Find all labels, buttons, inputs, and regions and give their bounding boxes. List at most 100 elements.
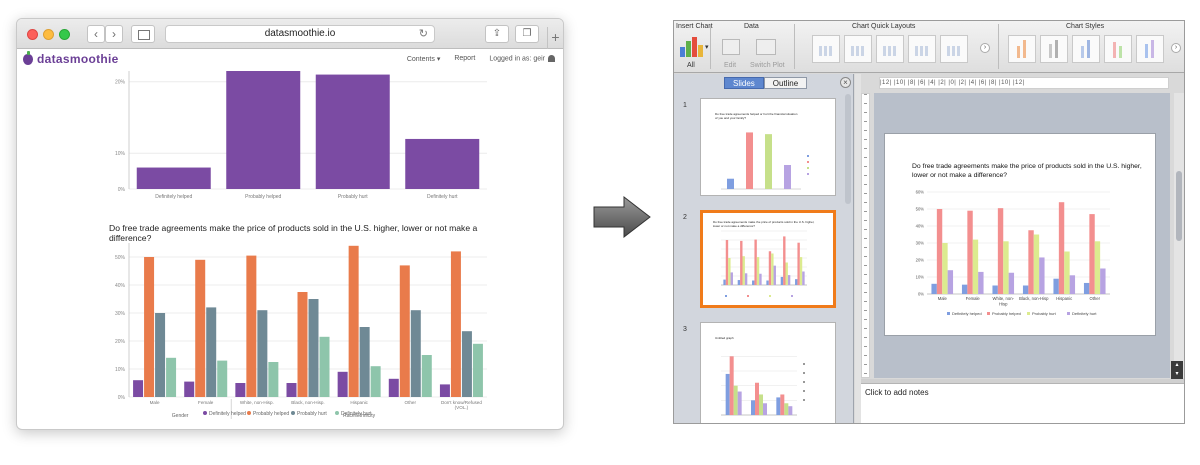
bar-s3 [784, 403, 789, 415]
zoom-window-button[interactable] [59, 29, 70, 40]
scroll-right-icon[interactable]: › [1171, 43, 1181, 53]
reload-icon[interactable]: ↻ [419, 26, 428, 42]
bar-definitely-helped [931, 283, 937, 294]
bar-definitely-hurt [978, 271, 984, 294]
bar-probably-helped [144, 257, 155, 397]
bar-probably-hurt [359, 327, 370, 397]
close-pane-icon[interactable]: × [840, 77, 851, 88]
edit-data-icon[interactable] [722, 39, 740, 55]
data-group-title: Data [744, 23, 759, 30]
bar-probably-hurt [728, 258, 731, 285]
contents-menu[interactable]: Contents ▾ [407, 55, 441, 63]
quick-layout-4[interactable] [908, 35, 936, 63]
chart-ribbon: Insert Chart Data Chart Quick Layouts Ch… [674, 21, 1184, 73]
report-link[interactable]: Report [454, 55, 475, 63]
insert-chart-group-title: Insert Chart [676, 23, 713, 30]
bar-definitely-helped [1083, 282, 1090, 294]
bar-s2 [755, 382, 759, 415]
notes-pane[interactable]: Click to add notes [861, 383, 1184, 423]
group-label: Gender [172, 413, 189, 419]
bar-probably-hurt [756, 257, 760, 285]
bar-definitely-hurt [773, 265, 776, 285]
bar-s4 [788, 406, 793, 415]
legend-swatch [807, 167, 809, 169]
back-button[interactable]: ‹ [87, 25, 105, 43]
close-window-button[interactable] [27, 29, 38, 40]
chart-style-1[interactable] [1008, 35, 1036, 63]
logged-in-user[interactable]: Logged in as: geir [489, 55, 555, 63]
bar-definitely-helped [723, 279, 726, 285]
legend-swatch [747, 295, 749, 297]
slide-thumbnail-1[interactable]: Do free trade agreements helped or hurt … [700, 98, 836, 196]
quick-layout-3[interactable] [876, 35, 904, 63]
share-button[interactable]: ⇪ [485, 25, 509, 43]
all-charts-button[interactable]: All [687, 62, 695, 69]
bar-definitely-helped [1022, 285, 1029, 294]
legend-label: Definitely helped [952, 311, 982, 316]
legend-label: Probably helped [253, 411, 289, 417]
current-slide[interactable]: Do free trade agreements make the price … [884, 133, 1156, 336]
quick-layout-1[interactable] [812, 35, 840, 63]
bar-probably-helped [967, 210, 973, 294]
bar-definitely-hurt [1008, 272, 1015, 294]
legend-swatch [1067, 312, 1070, 315]
bar-probably-hurt [155, 313, 166, 397]
slide-thumbnail-3[interactable]: Untitled graph [700, 322, 836, 423]
y-tick-label: 10% [115, 367, 126, 373]
quick-layout-2[interactable] [844, 35, 872, 63]
bar-s3 [733, 385, 738, 415]
y-tick-label: 20% [115, 80, 126, 86]
browser-toolbar: ‹ › datasmoothie.io ↻ ⇪ ❐ + [17, 19, 563, 49]
screenshot-stage: ‹ › datasmoothie.io ↻ ⇪ ❐ + datasmoothie… [0, 0, 1200, 465]
tab-slides[interactable]: Slides [724, 77, 764, 89]
site-logo-text[interactable]: datasmoothie [37, 52, 119, 66]
slides-scrollbar[interactable] [845, 94, 851, 204]
legend-swatch [335, 411, 339, 415]
edit-data-button[interactable]: Edit [724, 62, 736, 69]
bar-probably-hurt [972, 239, 979, 294]
tab-outline[interactable]: Outline [763, 77, 808, 89]
y-tick-label: 0% [918, 292, 924, 297]
quick-layouts-group-title: Chart Quick Layouts [852, 23, 916, 30]
scroll-right-icon[interactable]: › [980, 43, 990, 53]
bar-s3 [759, 394, 763, 415]
legend-swatch [803, 363, 805, 365]
vertical-ruler [861, 93, 870, 378]
bar-definitely-hurt [759, 273, 762, 285]
quick-layout-5[interactable] [940, 35, 968, 63]
switch-plot-button[interactable]: Switch Plot [750, 62, 785, 69]
legend-label: Probably hurt [297, 411, 327, 417]
chart-style-2[interactable] [1040, 35, 1068, 63]
user-icon [548, 55, 555, 62]
show-tabs-button[interactable]: ❐ [515, 25, 539, 43]
slide-title: lower or not make a difference? [912, 172, 1007, 179]
chart-style-3[interactable] [1072, 35, 1100, 63]
bar-s2 [780, 394, 785, 415]
chart-title: Do free trade agreements make the price … [109, 223, 478, 233]
switch-plot-icon[interactable] [756, 39, 776, 55]
chevron-down-icon[interactable]: ▾ [705, 43, 709, 51]
minimize-window-button[interactable] [43, 29, 54, 40]
new-tab-button[interactable]: + [547, 27, 563, 49]
zoom-control[interactable]: ▴ ▾ [1171, 361, 1183, 379]
bar-probably-helped [754, 239, 757, 285]
forward-button[interactable]: › [105, 25, 123, 43]
bar-probably-helped [936, 209, 943, 294]
bar-s1 [776, 397, 781, 415]
y-tick-label: 20% [916, 258, 925, 263]
chart-style-4[interactable] [1104, 35, 1132, 63]
bar [315, 74, 390, 189]
chart-style-5[interactable] [1136, 35, 1164, 63]
all-charts-icon[interactable] [680, 37, 703, 57]
bar-definitely-helped [184, 381, 195, 397]
legend-label: Definitely hurt [341, 411, 372, 417]
legend-label: Definitely hurt [1072, 311, 1097, 316]
address-bar-text: datasmoothie.io [264, 28, 336, 39]
chart-title: difference? [109, 233, 152, 243]
slide-thumbnail-2[interactable]: Do free trade agreements make the price … [700, 210, 836, 308]
address-bar[interactable]: datasmoothie.io ↻ [165, 25, 435, 43]
sidebar-toggle-button[interactable] [131, 25, 155, 43]
slide-scrollbar[interactable] [1174, 93, 1184, 378]
x-tick-label: (VOL.) [455, 405, 469, 410]
legend-swatch [807, 155, 809, 157]
